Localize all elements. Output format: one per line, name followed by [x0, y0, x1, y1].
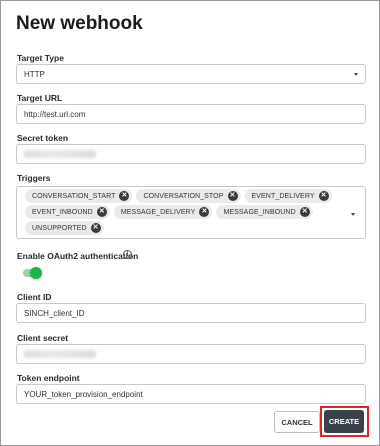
triggers-label: Triggers: [17, 173, 51, 183]
trigger-chip: EVENT_DELIVERY ✕: [244, 189, 332, 203]
client-secret-label: Client secret: [17, 333, 69, 343]
trigger-chip-label: CONVERSATION_STOP: [143, 192, 224, 200]
client-id-input[interactable]: [24, 308, 365, 318]
token-endpoint-field[interactable]: [16, 384, 366, 404]
trigger-chip-label: EVENT_INBOUND: [32, 208, 93, 216]
trigger-chip: MESSAGE_INBOUND ✕: [216, 205, 313, 219]
client-secret-field[interactable]: [16, 344, 366, 364]
oauth-label: Enable OAuth2 authentication: [17, 251, 139, 261]
token-endpoint-input[interactable]: [24, 389, 365, 399]
remove-chip-icon[interactable]: ✕: [227, 191, 238, 201]
target-type-value: HTTP: [24, 69, 45, 79]
target-type-label: Target Type: [17, 53, 64, 63]
token-endpoint-label: Token endpoint: [17, 373, 80, 383]
new-webhook-dialog: New webhook Target Type HTTP Target URL …: [0, 0, 380, 446]
remove-chip-icon[interactable]: ✕: [199, 207, 210, 217]
target-url-field[interactable]: [16, 104, 366, 124]
target-type-select[interactable]: HTTP: [16, 64, 366, 84]
trigger-chip-label: EVENT_DELIVERY: [251, 192, 315, 200]
client-id-label: Client ID: [17, 292, 52, 302]
create-button[interactable]: CREATE: [324, 410, 364, 433]
remove-chip-icon[interactable]: ✕: [119, 191, 130, 201]
info-icon[interactable]: i: [123, 250, 132, 259]
secret-token-field[interactable]: [16, 144, 366, 164]
target-url-input[interactable]: [24, 109, 365, 119]
target-url-label: Target URL: [17, 93, 63, 103]
trigger-chip-label: CONVERSATION_START: [32, 192, 116, 200]
trigger-chip: UNSUPPORTED ✕: [25, 221, 104, 235]
remove-chip-icon[interactable]: ✕: [318, 191, 329, 201]
trigger-chip-label: UNSUPPORTED: [32, 224, 87, 232]
dialog-title: New webhook: [16, 13, 143, 34]
oauth-toggle[interactable]: [23, 267, 42, 279]
trigger-chips: CONVERSATION_START ✕ CONVERSATION_STOP ✕…: [25, 189, 345, 235]
trigger-chip: MESSAGE_DELIVERY ✕: [113, 205, 213, 219]
remove-chip-icon[interactable]: ✕: [299, 207, 310, 217]
trigger-chip: CONVERSATION_STOP ✕: [136, 189, 241, 203]
secret-token-label: Secret token: [17, 133, 69, 143]
trigger-chip: CONVERSATION_START ✕: [25, 189, 133, 203]
redacted-value: [24, 350, 96, 358]
client-id-field[interactable]: [16, 303, 366, 323]
trigger-chip-label: MESSAGE_INBOUND: [223, 208, 296, 216]
caret-down-icon[interactable]: [351, 213, 355, 216]
remove-chip-icon[interactable]: ✕: [96, 207, 107, 217]
toggle-knob: [30, 267, 42, 279]
remove-chip-icon[interactable]: ✕: [90, 223, 101, 233]
cancel-button[interactable]: CANCEL: [274, 411, 320, 433]
trigger-chip-label: MESSAGE_DELIVERY: [120, 208, 196, 216]
trigger-chip: EVENT_INBOUND ✕: [25, 205, 110, 219]
triggers-multiselect[interactable]: CONVERSATION_START ✕ CONVERSATION_STOP ✕…: [16, 186, 366, 239]
redacted-value: [24, 150, 96, 158]
caret-down-icon: [354, 73, 358, 76]
